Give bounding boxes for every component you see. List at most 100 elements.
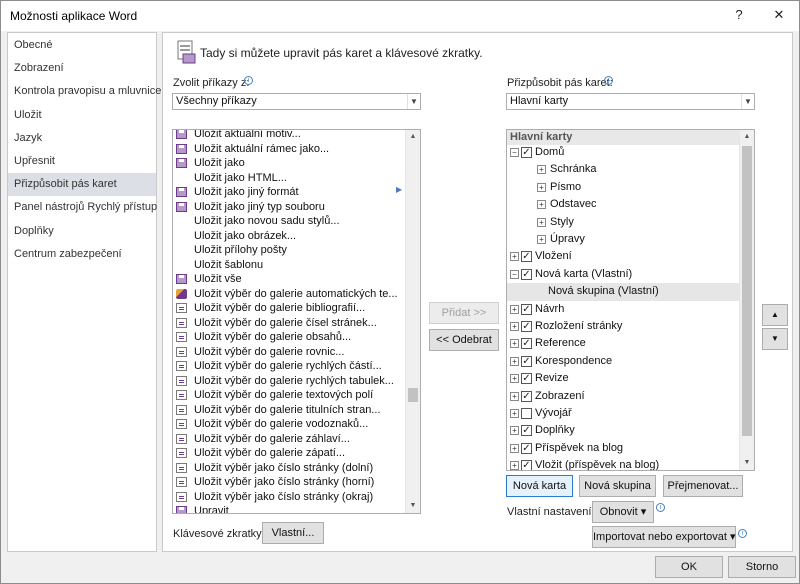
command-item[interactable]: Uložit výběr do galerie rychlých částí..… xyxy=(173,359,405,374)
scroll-up-icon[interactable]: ▲ xyxy=(740,130,754,144)
tree-node[interactable]: + ✓ Doplňky xyxy=(507,422,739,440)
expand-icon[interactable]: + xyxy=(510,356,519,366)
expand-icon[interactable]: + xyxy=(510,426,519,436)
tab-checkbox[interactable]: ✓ xyxy=(521,355,532,367)
expand-icon[interactable]: + xyxy=(537,182,546,192)
move-up-button[interactable]: ▲ xyxy=(762,304,788,326)
command-item[interactable]: Uložit šablonu xyxy=(173,258,405,273)
remove-button[interactable]: << Odebrat xyxy=(429,329,499,351)
command-item[interactable]: Uložit výběr jako číslo stránky (horní) xyxy=(173,475,405,490)
tab-checkbox[interactable]: ✓ xyxy=(521,251,532,263)
command-item[interactable]: Uložit aktuální rámec jako... xyxy=(173,142,405,157)
command-item[interactable]: Uložit vše xyxy=(173,272,405,287)
tab-checkbox[interactable]: ✓ xyxy=(521,460,532,470)
tab-checkbox[interactable]: ✓ xyxy=(521,425,532,437)
command-item[interactable]: Uložit výběr do galerie rovnic... xyxy=(173,345,405,360)
tree-node[interactable]: + ✓ Korespondence xyxy=(507,353,739,371)
tab-checkbox[interactable]: ✓ xyxy=(521,147,532,158)
command-item[interactable]: Uložit výběr do galerie čísel stránek... xyxy=(173,316,405,331)
nav-item[interactable]: Panel nástrojů Rychlý přístup xyxy=(8,196,157,219)
nav-item[interactable]: Zobrazení xyxy=(8,57,156,80)
collapse-icon[interactable]: − xyxy=(510,269,519,279)
tree-node[interactable]: + Písmo xyxy=(507,179,739,197)
tab-checkbox[interactable]: ✓ xyxy=(521,338,532,350)
expand-icon[interactable]: + xyxy=(510,339,519,349)
nav-item[interactable]: Doplňky xyxy=(8,220,156,243)
command-item[interactable]: Uložit jako obrázek... xyxy=(173,229,405,244)
nav-item[interactable]: Centrum zabezpečení xyxy=(8,243,156,266)
command-item[interactable]: Uložit výběr do galerie obsahů... xyxy=(173,330,405,345)
command-item[interactable]: Uložit výběr do galerie vodoznaků... xyxy=(173,417,405,432)
tree-node[interactable]: + ✓ Příspěvek na blog xyxy=(507,440,739,458)
scroll-thumb[interactable] xyxy=(408,388,418,402)
command-item[interactable]: Uložit výběr do galerie záhlaví... xyxy=(173,432,405,447)
expand-icon[interactable]: + xyxy=(510,374,519,384)
nav-item[interactable]: Obecné xyxy=(8,34,156,57)
command-item[interactable]: Uložit jako jiný formát xyxy=(173,185,405,200)
tree-node[interactable]: + Odstavec xyxy=(507,196,739,214)
ribbon-tree[interactable]: Hlavní karty − ✓ Domů + Schránka + Písmo + Odsta… xyxy=(506,129,755,471)
choose-commands-combo[interactable]: Všechny příkazy ▼ xyxy=(172,93,421,110)
command-item[interactable]: Uložit výběr jako číslo stránky (okraj) xyxy=(173,490,405,505)
nav-item[interactable]: Uložit xyxy=(8,104,156,127)
tab-checkbox[interactable]: ✓ xyxy=(521,373,532,385)
tree-node[interactable]: + ✓ Revize xyxy=(507,370,739,388)
scroll-down-icon[interactable]: ▼ xyxy=(740,456,754,470)
tab-checkbox[interactable]: ✓ xyxy=(521,321,532,332)
rename-button[interactable]: Přejmenovat... xyxy=(663,475,743,497)
tree-node[interactable]: − ✓ Domů xyxy=(507,144,739,162)
expand-icon[interactable]: + xyxy=(537,235,546,244)
tree-node[interactable]: Nová skupina (Vlastní) xyxy=(507,283,739,301)
command-item[interactable]: Uložit výběr do galerie titulních stran.… xyxy=(173,403,405,418)
customize-ribbon-combo[interactable]: Hlavní karty ▼ xyxy=(506,93,755,110)
cancel-button[interactable]: Storno xyxy=(728,556,796,578)
customize-shortcuts-button[interactable]: Vlastní... xyxy=(262,522,324,544)
nav-item[interactable]: Přizpůsobit pás karet xyxy=(8,173,156,197)
command-item[interactable]: Uložit výběr do galerie rychlých tabulek… xyxy=(173,374,405,389)
collapse-icon[interactable]: − xyxy=(510,148,519,157)
command-item[interactable]: Uložit výběr do galerie bibliografií... xyxy=(173,301,405,316)
tab-checkbox[interactable]: ✓ xyxy=(521,442,532,454)
tree-node[interactable]: + ✓ Rozložení stránky xyxy=(507,318,739,336)
command-item[interactable]: Uložit jako jiný typ souboru xyxy=(173,200,405,215)
command-item[interactable]: Uložit přílohy pošty xyxy=(173,243,405,258)
tree-node[interactable]: + Úpravy xyxy=(507,231,739,249)
help-button[interactable]: ? xyxy=(725,5,753,25)
command-item[interactable]: Uložit aktuální motiv... xyxy=(173,130,405,142)
nav-item[interactable]: Kontrola pravopisu a mluvnice xyxy=(8,80,161,103)
commands-scrollbar[interactable]: ▲ ▼ xyxy=(405,130,420,513)
tab-checkbox[interactable]: ✓ xyxy=(521,303,532,315)
scroll-up-icon[interactable]: ▲ xyxy=(406,130,420,144)
tab-checkbox[interactable]: ✓ xyxy=(521,268,532,280)
command-item[interactable]: Uložit výběr do galerie automatických te… xyxy=(173,287,405,302)
expand-icon[interactable]: + xyxy=(510,322,519,331)
expand-icon[interactable]: + xyxy=(537,200,546,210)
tree-node[interactable]: + Vývojář xyxy=(507,405,739,423)
expand-icon[interactable]: + xyxy=(510,443,519,453)
tab-checkbox[interactable] xyxy=(521,408,532,419)
tree-node[interactable]: + ✓ Zobrazení xyxy=(507,388,739,406)
command-item[interactable]: Uložit jako novou sadu stylů... xyxy=(173,214,405,229)
expand-icon[interactable]: + xyxy=(510,391,519,401)
command-item[interactable]: Upravit xyxy=(173,504,405,513)
command-item[interactable]: Uložit výběr do galerie textových polí xyxy=(173,388,405,403)
command-item[interactable]: Uložit jako HTML... xyxy=(173,171,405,186)
command-item[interactable]: Uložit jako xyxy=(173,156,405,171)
expand-icon[interactable]: + xyxy=(510,304,519,314)
expand-icon[interactable]: + xyxy=(510,252,519,262)
tree-node[interactable]: + ✓ Reference xyxy=(507,335,739,353)
add-button[interactable]: Přidat >> xyxy=(429,302,499,324)
tree-node[interactable]: − ✓ Nová karta (Vlastní) xyxy=(507,266,739,284)
move-down-button[interactable]: ▼ xyxy=(762,328,788,350)
tree-node[interactable]: + Styly xyxy=(507,214,739,232)
scroll-down-icon[interactable]: ▼ xyxy=(406,499,420,513)
nav-item[interactable]: Upřesnit xyxy=(8,150,156,173)
expand-icon[interactable]: + xyxy=(510,409,519,418)
new-tab-button[interactable]: Nová karta xyxy=(506,475,573,497)
tree-node[interactable]: + ✓ Vložit (příspěvek na blog) xyxy=(507,457,739,470)
command-item[interactable]: Uložit výběr jako číslo stránky (dolní) xyxy=(173,461,405,476)
tab-checkbox[interactable]: ✓ xyxy=(521,390,532,402)
expand-icon[interactable]: + xyxy=(537,165,546,175)
expand-icon[interactable]: + xyxy=(510,461,519,470)
close-button[interactable]: ✕ xyxy=(765,5,793,25)
